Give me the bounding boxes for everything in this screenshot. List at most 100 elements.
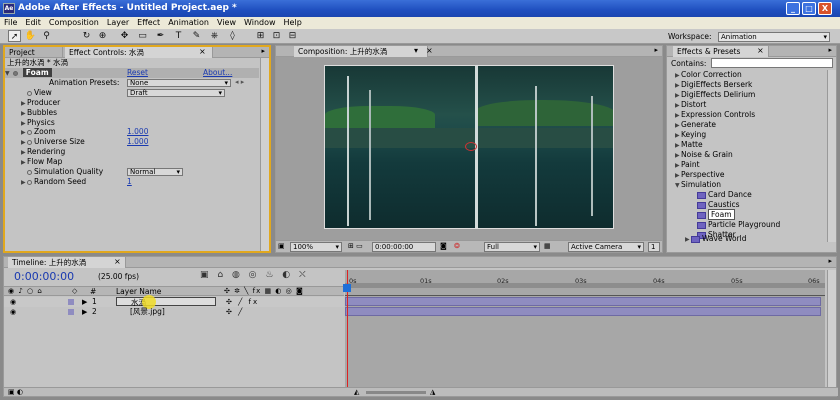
playhead-handle[interactable] <box>343 284 351 292</box>
layer-row-2[interactable]: ◉ ▶ 2 [风景.jpg] ✣ ╱ <box>4 307 344 317</box>
effect-controls-scrollbar[interactable] <box>260 58 269 251</box>
zoom-dropdown[interactable]: 100% ▾ <box>290 242 342 252</box>
mask-tool-icon[interactable]: ▭ <box>136 30 149 42</box>
snapshot-icon[interactable]: ◙ <box>440 242 447 250</box>
category-simulation[interactable]: ▼Simulation <box>675 180 721 190</box>
region-icon[interactable]: ▦ <box>544 242 551 250</box>
tab-effects-presets[interactable]: Effects & Presets <box>673 46 769 57</box>
category-color-correction[interactable]: ▶Color Correction <box>675 70 742 80</box>
view-dropdown[interactable]: Draft ▾ <box>127 89 225 97</box>
expand-icon[interactable]: ▼ <box>5 69 11 79</box>
timeline-switches-icons[interactable]: ▣ ⌂ ◍ ◎ ♨ ◐ ⛌ <box>200 270 309 280</box>
expand-icon[interactable]: ▶ <box>82 307 87 317</box>
stopwatch-icon[interactable] <box>27 169 32 175</box>
panel-menu-icon[interactable]: ▸ <box>828 257 832 265</box>
preset-nav-icons[interactable]: ◂ ▸ <box>235 78 244 86</box>
close-icon[interactable]: × <box>199 47 206 56</box>
always-preview-icon[interactable]: ▣ <box>278 242 285 250</box>
world-axis-icon[interactable]: ⊡ <box>270 30 283 42</box>
maximize-button[interactable]: □ <box>802 2 816 15</box>
effect-card-dance[interactable]: Card Dance <box>697 190 752 200</box>
menu-edit[interactable]: Edit <box>21 17 45 29</box>
time-graph[interactable] <box>343 270 825 394</box>
color-channel-icon[interactable]: ❂ <box>454 242 460 250</box>
label-color-swatch[interactable] <box>68 309 74 315</box>
effect-wave-world[interactable]: ▶ Wave World <box>685 234 746 244</box>
selection-tool-icon[interactable]: ➚ <box>8 30 21 42</box>
chevron-down-icon[interactable]: ▾ <box>414 46 418 55</box>
universe-size-value[interactable]: 1.000 <box>127 137 148 147</box>
layer-switches-icons[interactable]: ✣ ╱ <box>226 307 244 317</box>
tab-project[interactable]: Project <box>5 47 63 58</box>
category-perspective[interactable]: ▶Perspective <box>675 170 724 180</box>
menu-effect[interactable]: Effect <box>133 17 164 29</box>
toggle-switches-icon[interactable]: ▣ ◐ <box>8 388 23 396</box>
menu-composition[interactable]: Composition <box>45 17 103 29</box>
view-axis-icon[interactable]: ⊟ <box>286 30 299 42</box>
layer-bar-2[interactable] <box>345 307 821 316</box>
orbit-camera-icon[interactable]: ⊕ <box>96 30 109 42</box>
category-distort[interactable]: ▶Distort <box>675 100 706 110</box>
stopwatch-icon[interactable] <box>27 179 32 185</box>
menu-window[interactable]: Window <box>240 17 280 29</box>
rotate-tool-icon[interactable]: ↻ <box>80 30 93 42</box>
menu-help[interactable]: Help <box>280 17 306 29</box>
eraser-tool-icon[interactable]: ◊ <box>226 30 239 42</box>
timeline-scrollbar[interactable] <box>827 270 836 394</box>
zoom-tool-icon[interactable]: ⚲ <box>40 30 53 42</box>
prop-producer[interactable]: ▶Producer <box>21 98 60 108</box>
panel-menu-icon[interactable]: ▸ <box>828 46 832 54</box>
category-digieffects-delirium[interactable]: ▶DigiEffects Delirium <box>675 90 755 100</box>
resolution-dropdown[interactable]: Full ▾ <box>484 242 540 252</box>
menu-file[interactable]: File <box>0 17 21 29</box>
layer-name[interactable]: [风景.jpg] <box>130 307 165 317</box>
effects-scrollbar[interactable] <box>827 70 836 242</box>
fx-toggle-icon[interactable] <box>13 70 19 76</box>
close-button[interactable]: X <box>818 2 832 15</box>
category-matte[interactable]: ▶Matte <box>675 140 703 150</box>
prop-bubbles[interactable]: ▶Bubbles <box>21 108 57 118</box>
prop-rendering[interactable]: ▶Rendering <box>21 147 65 157</box>
tab-composition[interactable]: Composition: 上升的水渦 <box>294 46 428 57</box>
menu-layer[interactable]: Layer <box>103 17 133 29</box>
menu-view[interactable]: View <box>213 17 240 29</box>
about-link[interactable]: About... <box>203 68 232 78</box>
timeline-timecode[interactable]: 0:00:00:00 <box>14 270 74 283</box>
category-keying[interactable]: ▶Keying <box>675 130 706 140</box>
category-paint[interactable]: ▶Paint <box>675 160 700 170</box>
stopwatch-icon[interactable] <box>27 139 32 145</box>
category-expression-controls[interactable]: ▶Expression Controls <box>675 110 755 120</box>
pen-tool-icon[interactable]: ✒ <box>154 30 167 42</box>
prop-flow-map[interactable]: ▶Flow Map <box>21 157 62 167</box>
panel-menu-icon[interactable]: ▸ <box>654 46 658 54</box>
clone-stamp-icon[interactable]: ⎈ <box>208 30 221 42</box>
pan-behind-icon[interactable]: ✥ <box>118 30 131 42</box>
expand-icon[interactable]: ▶ <box>82 297 87 307</box>
time-ruler[interactable] <box>345 288 825 296</box>
camera-dropdown[interactable]: Active Camera ▾ <box>568 242 644 252</box>
grid-icon[interactable]: ⊞ ▭ <box>348 242 363 250</box>
zoom-value[interactable]: 1.000 <box>127 127 148 137</box>
text-tool-icon[interactable]: T <box>172 30 185 42</box>
layer-name-field[interactable]: 水渦 <box>116 297 216 307</box>
layer-row-1[interactable]: ◉ ▶ 1 水渦 ✣ ╱ fx <box>4 295 344 309</box>
panel-menu-icon[interactable]: ▸ <box>261 47 265 55</box>
hand-tool-icon[interactable]: ✋ <box>24 30 37 42</box>
stopwatch-icon[interactable] <box>27 90 32 96</box>
eye-icon[interactable]: ◉ <box>10 307 16 317</box>
stopwatch-icon[interactable] <box>27 129 32 135</box>
tab-effect-controls[interactable]: Effect Controls: 水渦 <box>65 47 213 58</box>
zoom-slider[interactable] <box>366 391 426 394</box>
layer-bar-1[interactable] <box>345 297 821 306</box>
tab-timeline[interactable]: Timeline: 上升的水渦 <box>8 257 126 268</box>
anchor-point-icon[interactable] <box>465 142 477 151</box>
close-icon[interactable]: × <box>114 257 121 266</box>
comp-viewer[interactable] <box>276 57 662 240</box>
reset-link[interactable]: Reset <box>127 68 148 78</box>
anim-presets-dropdown[interactable]: None ▾ <box>127 79 231 87</box>
contains-search-input[interactable] <box>711 58 833 68</box>
simulation-quality-dropdown[interactable]: Normal ▾ <box>127 168 183 176</box>
category-noise-grain[interactable]: ▶Noise & Grain <box>675 150 733 160</box>
eye-icon[interactable]: ◉ <box>10 297 16 307</box>
effect-foam[interactable]: Foam <box>697 209 735 220</box>
